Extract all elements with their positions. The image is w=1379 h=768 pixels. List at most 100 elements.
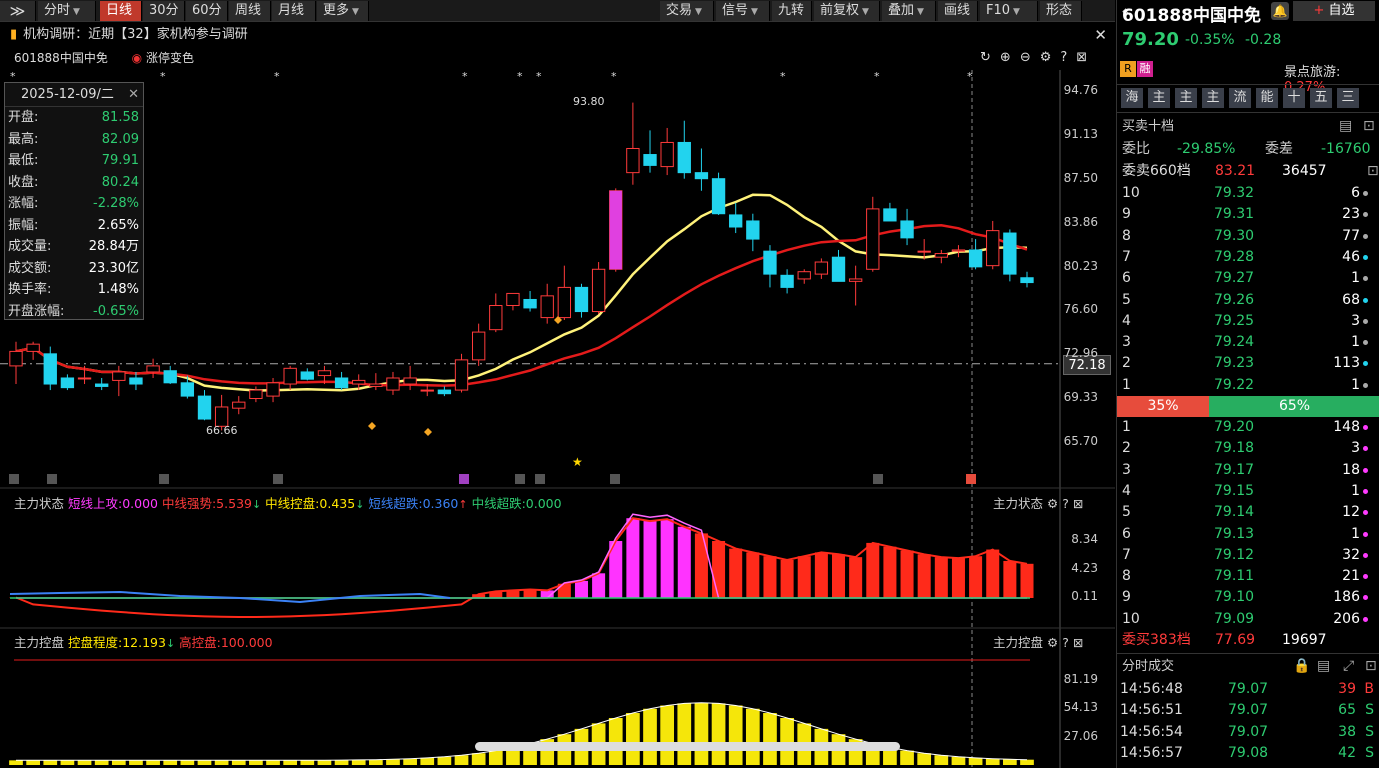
ask-row[interactable]: 3 79.24 1 — [1117, 332, 1379, 353]
candle-body — [437, 389, 452, 395]
ask-row[interactable]: 2 79.23 113 — [1117, 353, 1379, 374]
grid-icon[interactable]: ▤ — [1339, 116, 1352, 137]
ask-row[interactable]: 8 79.30 77 — [1117, 226, 1379, 247]
dot-icon — [1363, 488, 1368, 494]
grid-icon[interactable]: ▤ — [1317, 656, 1330, 677]
candle-body — [917, 250, 931, 253]
bid-row[interactable]: 5 79.14 12 — [1117, 502, 1379, 523]
level: 2 — [1122, 440, 1131, 457]
bid-row[interactable]: 9 79.10 186 — [1117, 587, 1379, 608]
hex-button-4[interactable]: 流 — [1229, 88, 1251, 108]
star-marker: * — [536, 70, 542, 83]
margin-badge: R — [1120, 61, 1136, 77]
ask-row[interactable]: 10 79.32 6 — [1117, 183, 1379, 204]
tab-daily[interactable]: 日线 — [100, 1, 142, 21]
indicator1-name[interactable]: 主力状态 — [14, 496, 64, 511]
chart-subheader: 601888中国中免 ◉ 涨停变色 ↻ ⊕ ⊖ ⚙ ? ⊠ — [0, 47, 1115, 69]
add-watchlist-button[interactable]: + 自选 — [1293, 1, 1375, 21]
tick-price: 79.07 — [1228, 681, 1269, 697]
menu-pattern[interactable]: 形态 — [1040, 1, 1082, 21]
strong-bar — [866, 542, 880, 598]
hex-button-6[interactable]: 十 — [1283, 88, 1305, 108]
star-marker: * — [967, 70, 973, 83]
ask-row[interactable]: 4 79.25 3 — [1117, 311, 1379, 332]
menu-trade[interactable]: 交易 ▼ — [660, 1, 714, 21]
menu-draw[interactable]: 画线 — [938, 1, 978, 21]
bell-icon[interactable]: 🔔 — [1271, 2, 1289, 20]
horizontal-scrollbar[interactable] — [475, 742, 900, 751]
kline-chart[interactable]: * * * * * * * * * *★ — [0, 70, 1115, 768]
ask-row[interactable]: 6 79.27 1 — [1117, 268, 1379, 289]
bid-row[interactable]: 7 79.12 32 — [1117, 545, 1379, 566]
tab-weekly[interactable]: 周线 — [229, 1, 271, 21]
ask-row[interactable]: 7 79.28 46 — [1117, 247, 1379, 268]
hex-button-2[interactable]: 主 — [1175, 88, 1197, 108]
expand-icon[interactable]: ⊡ — [1367, 161, 1379, 182]
settings-icon[interactable]: ⚙ — [1047, 635, 1058, 650]
menu-f10[interactable]: F10 ▼ — [980, 1, 1038, 21]
menu-nine-turn[interactable]: 九转 — [772, 1, 812, 21]
candle-body — [146, 365, 160, 373]
close-icon[interactable]: ⊠ — [1073, 635, 1083, 650]
menu-signal[interactable]: 信号 ▼ — [716, 1, 770, 21]
settings-icon[interactable]: ⚙ — [1040, 47, 1052, 69]
bid-row[interactable]: 3 79.17 18 — [1117, 460, 1379, 481]
dropdown-icon[interactable]: ◉ — [132, 51, 142, 65]
event-icon — [610, 474, 620, 484]
control-bar — [454, 755, 469, 765]
close-icon[interactable]: ⊠ — [1073, 496, 1083, 511]
chevron-down-icon: ▼ — [917, 7, 924, 17]
close-icon[interactable]: ✕ — [128, 83, 139, 107]
expand-icon[interactable]: ≫ — [0, 1, 36, 21]
indicator2-name[interactable]: 主力控盘 — [14, 635, 64, 650]
bid-row[interactable]: 1 79.20 148 — [1117, 417, 1379, 438]
control-bar — [626, 713, 640, 765]
help-icon[interactable]: ? — [1060, 47, 1067, 69]
control-bar — [26, 760, 40, 765]
hex-button-5[interactable]: 能 — [1256, 88, 1278, 108]
tab-fenshi[interactable]: 分时 ▼ — [38, 1, 96, 21]
refresh-icon[interactable]: ↻ — [980, 47, 991, 69]
close-icon[interactable]: ⊠ — [1076, 47, 1087, 69]
hex-button-0[interactable]: 海 — [1121, 88, 1143, 108]
ask-row[interactable]: 9 79.31 23 — [1117, 204, 1379, 225]
ohlc-value: 81.58 — [101, 110, 139, 125]
menu-fuquan[interactable]: 前复权 ▼ — [814, 1, 880, 21]
notice-text[interactable]: 机构调研：近期【32】家机构参与调研 — [23, 27, 248, 42]
lock-icon[interactable]: 🔒 — [1293, 656, 1310, 677]
volume: 1 — [1351, 482, 1360, 499]
tab-30min[interactable]: 30分 — [143, 1, 185, 21]
close-icon[interactable]: ✕ — [1094, 24, 1107, 46]
hex-button-1[interactable]: 主 — [1148, 88, 1170, 108]
hex-button-8[interactable]: 三 — [1337, 88, 1359, 108]
hex-button-7[interactable]: 五 — [1310, 88, 1332, 108]
bid-row[interactable]: 4 79.15 1 — [1117, 481, 1379, 502]
tab-monthly[interactable]: 月线 — [272, 1, 316, 21]
change-pct: -0.35% — [1185, 32, 1235, 48]
price: 79.17 — [1214, 461, 1255, 478]
limit-color-toggle[interactable]: 涨停变色 — [146, 51, 194, 65]
bid-row[interactable]: 8 79.11 21 — [1117, 566, 1379, 587]
menu-overlay[interactable]: 叠加 ▼ — [882, 1, 936, 21]
level: 8 — [1122, 227, 1131, 244]
help-icon[interactable]: ? — [1062, 635, 1069, 650]
zoom-in-icon[interactable]: ⊕ — [1000, 47, 1011, 69]
candle-body — [232, 401, 246, 409]
bid-row[interactable]: 6 79.13 1 — [1117, 524, 1379, 545]
tab-60min[interactable]: 60分 — [186, 1, 228, 21]
ask-row[interactable]: 1 79.22 1 — [1117, 375, 1379, 396]
hex-button-3[interactable]: 主 — [1202, 88, 1224, 108]
more-icon[interactable]: ⊡ — [1365, 656, 1377, 677]
tab-more[interactable]: 更多 ▼ — [317, 1, 369, 21]
expand-icon[interactable]: ⊡ — [1363, 116, 1375, 137]
ask-row[interactable]: 5 79.26 68 — [1117, 290, 1379, 311]
bid-row[interactable]: 2 79.18 3 — [1117, 438, 1379, 459]
zoom-out-icon[interactable]: ⊖ — [1020, 47, 1031, 69]
bid-row[interactable]: 10 79.09 206 — [1117, 609, 1379, 630]
expand-icon[interactable]: ⤢ — [1343, 656, 1354, 677]
help-icon[interactable]: ? — [1062, 496, 1069, 511]
candle-body — [249, 389, 263, 400]
settings-icon[interactable]: ⚙ — [1047, 496, 1058, 511]
price: 79.26 — [1214, 291, 1255, 308]
level: 6 — [1122, 525, 1131, 542]
